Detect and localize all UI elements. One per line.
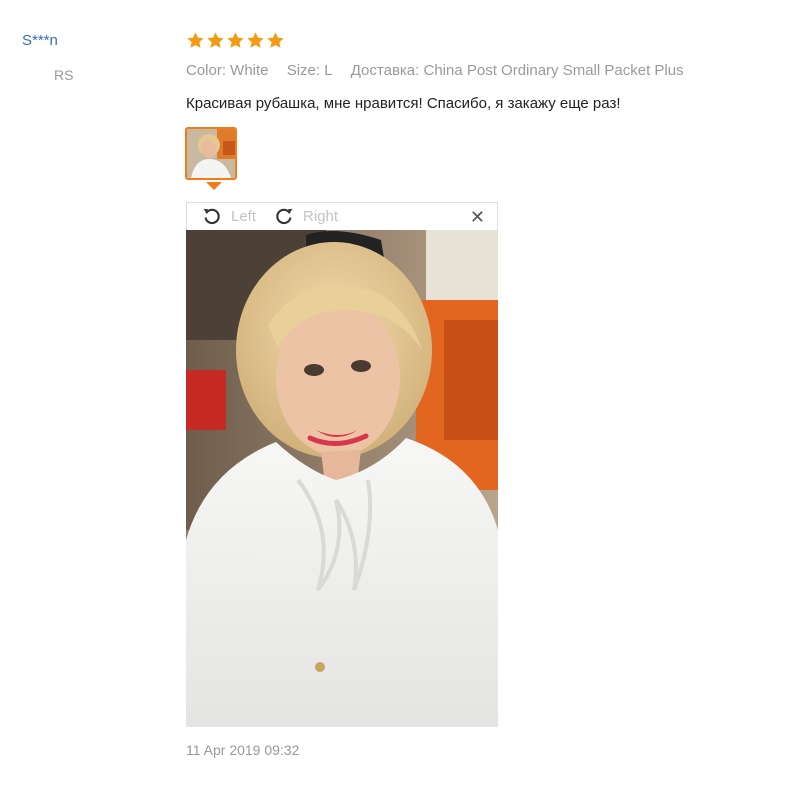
star-rating [186, 31, 285, 50]
thumbnail-image [187, 129, 235, 178]
review-date: 11 Apr 2019 09:32 [186, 742, 300, 758]
color-attribute: Color: White [186, 62, 269, 79]
reviewer-name[interactable]: S***n [22, 32, 58, 49]
photo-viewer-toolbar: Left Right ✕ [186, 202, 498, 230]
size-attribute: Size: L [286, 62, 333, 79]
reviewer-country: RS [54, 67, 74, 83]
star-icon [207, 32, 224, 48]
star-icon [187, 32, 204, 48]
rotate-right-icon [276, 208, 293, 225]
thumbnail-pointer [206, 182, 222, 190]
shipping-attribute: Доставка: China Post Ordinary Small Pack… [350, 62, 684, 79]
rotate-left-button[interactable]: Left [201, 205, 256, 227]
review-photo-image [186, 230, 498, 727]
rotate-left-label: Left [231, 207, 257, 225]
star-icon [247, 32, 264, 48]
star-icon [227, 32, 244, 48]
rotate-right-label: Right [303, 207, 339, 225]
review-text: Красивая рубашка, мне нравится! Спасибо,… [186, 95, 621, 112]
rotate-right-button[interactable]: Right [273, 205, 338, 227]
order-attributes: Color: White Size: L Доставка: China Pos… [186, 62, 698, 79]
review-photo [186, 230, 498, 727]
star-icon [267, 32, 284, 48]
close-viewer-button[interactable]: ✕ [470, 207, 485, 227]
review-photo-thumbnail[interactable] [185, 127, 237, 180]
rotate-left-icon [203, 208, 220, 225]
